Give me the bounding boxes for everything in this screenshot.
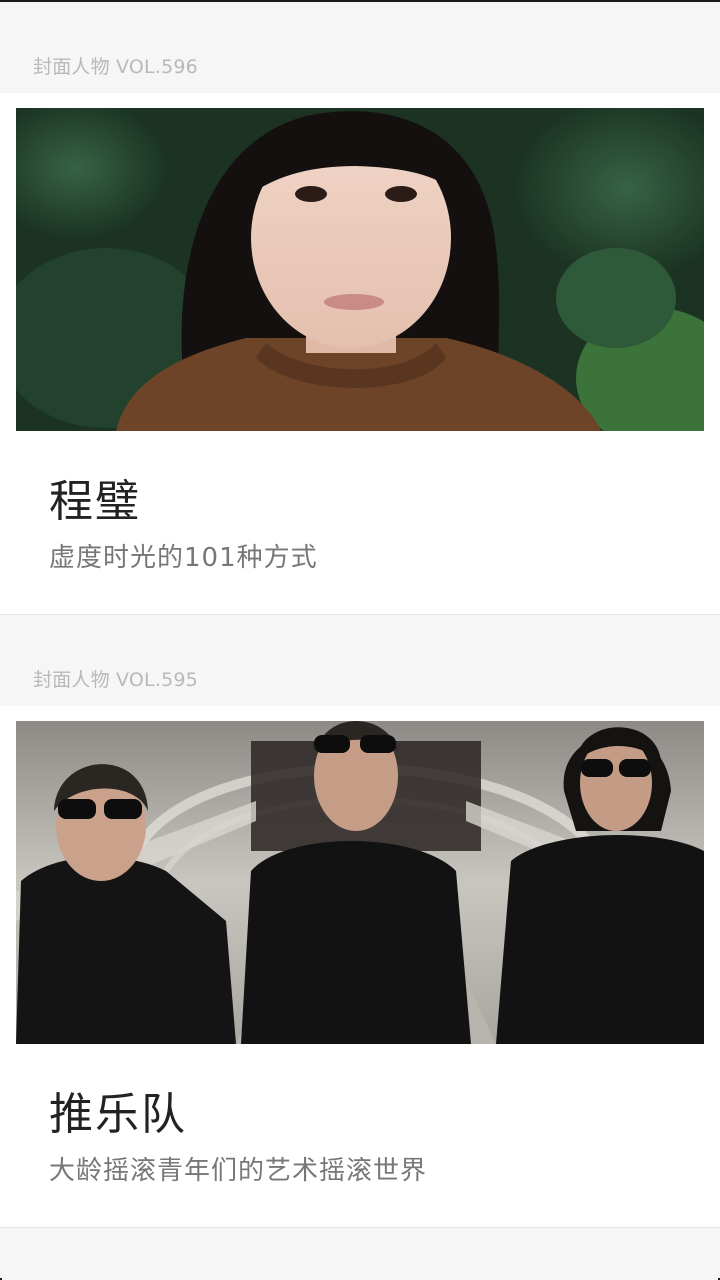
card-subtitle: 大龄摇滚青年们的艺术摇滚世界 xyxy=(49,1156,428,1186)
feed-section-header: 封面人物 VOL.596 xyxy=(0,2,720,93)
feed-section-header: 封面人物 VOL.595 xyxy=(0,615,720,706)
card-subtitle: 虚度时光的101种方式 xyxy=(49,543,318,573)
feed-card[interactable]: 程璧 虚度时光的101种方式 xyxy=(0,93,720,615)
card-title[interactable]: 程璧 xyxy=(49,465,141,529)
feed-bottom-spacer xyxy=(0,1228,720,1278)
card-title[interactable]: 推乐队 xyxy=(49,1078,187,1142)
cover-feed[interactable]: 封面人物 VOL.596 程璧 虚度时光的101种方式 封面人物 VOL.595… xyxy=(0,2,720,1278)
volume-label: 封面人物 VOL.595 xyxy=(33,669,198,691)
cover-photo-band[interactable] xyxy=(16,721,704,1044)
volume-label: 封面人物 VOL.596 xyxy=(33,56,198,78)
feed-card[interactable]: 推乐队 大龄摇滚青年们的艺术摇滚世界 xyxy=(0,706,720,1228)
cover-photo-portrait[interactable] xyxy=(16,108,704,431)
